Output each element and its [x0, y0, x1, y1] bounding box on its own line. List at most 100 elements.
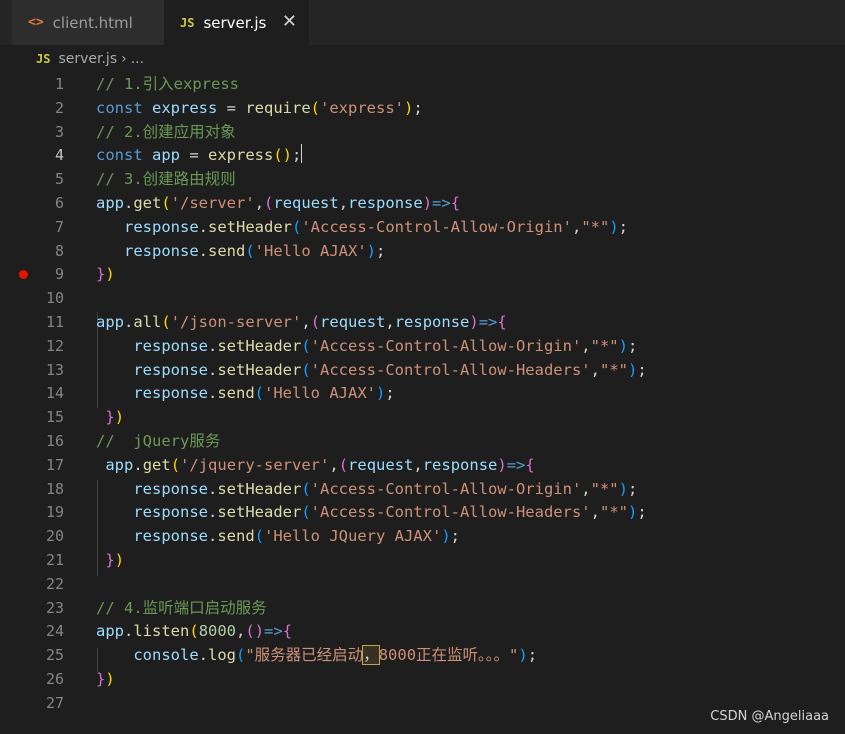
- code-line[interactable]: 12 response.setHeader('Access-Control-Al…: [0, 334, 845, 358]
- code-text: console.log("服务器已经启动，8000正在监听。。。");: [96, 643, 537, 667]
- line-number: 9: [54, 265, 64, 284]
- code-token: (: [245, 241, 255, 260]
- code-line[interactable]: 23 // 4.监听端口启动服务: [0, 596, 845, 620]
- code-line[interactable]: 11 app.all('/json-server',(request,respon…: [0, 310, 845, 334]
- code-token: request: [273, 194, 339, 212]
- code-token: ): [497, 455, 507, 474]
- code-token: express: [208, 146, 274, 165]
- code-token: .: [124, 313, 134, 331]
- code-line[interactable]: 8 response.send('Hello AJAX');: [0, 239, 845, 263]
- code-line[interactable]: 5 // 3.创建路由规则: [0, 167, 845, 191]
- line-number: 27: [45, 693, 64, 712]
- code-token: ): [627, 503, 638, 522]
- code-token: "*": [581, 217, 610, 236]
- code-editor[interactable]: 1// 1.引入express 2 const express = require(…: [0, 72, 845, 734]
- code-token: response: [133, 479, 208, 498]
- line-number: 4: [54, 146, 64, 165]
- code-line[interactable]: 17 app.get('/jquery-server',(request,res…: [0, 453, 845, 477]
- code-token: ,: [236, 622, 246, 641]
- code-line[interactable]: 25 console.log("服务器已经启动，8000正在监听。。。");: [0, 643, 845, 667]
- code-token: response: [124, 217, 199, 236]
- code-text: response.setHeader('Access-Control-Allow…: [96, 334, 637, 358]
- code-token: ): [366, 241, 376, 260]
- code-token: response: [422, 455, 498, 474]
- line-number: 13: [45, 360, 64, 379]
- code-token: .: [207, 527, 218, 546]
- code-token: .: [207, 360, 218, 379]
- tab-label: client.html: [52, 13, 133, 32]
- code-text: }): [96, 548, 124, 572]
- close-icon[interactable]: ✕: [282, 11, 297, 32]
- code-token: all: [133, 313, 162, 331]
- code-line[interactable]: 6 app.get('/server',(request,response)=>{: [0, 191, 845, 215]
- code-text: app.get('/server',(request,response)=>{: [96, 191, 460, 215]
- code-token: "*": [599, 503, 628, 522]
- line-number: 24: [45, 622, 64, 641]
- code-line[interactable]: 7 response.setHeader('Access-Control-All…: [0, 215, 845, 239]
- code-token: ,: [254, 194, 265, 212]
- code-token: ,: [338, 194, 349, 212]
- line-number: 23: [45, 598, 64, 617]
- code-token: 'Access-Control-Allow-Origin': [301, 217, 572, 236]
- code-token: setHeader: [217, 336, 302, 355]
- code-line[interactable]: 9}): [0, 262, 845, 286]
- code-token: ;: [637, 360, 647, 379]
- code-token: response: [133, 503, 208, 522]
- code-token: 'express': [320, 98, 405, 117]
- tab-client-html[interactable]: <> client.html: [12, 0, 164, 45]
- code-token: ): [609, 217, 619, 236]
- code-token: ;: [627, 479, 638, 498]
- code-token: setHeader: [217, 479, 302, 498]
- code-line[interactable]: 19 response.setHeader('Access-Control-Al…: [0, 500, 845, 524]
- code-line[interactable]: 3 // 2.创建应用对象: [0, 120, 845, 144]
- code-token: '/jquery-server': [180, 455, 330, 474]
- code-line[interactable]: 2 const express = require('express');: [0, 96, 845, 120]
- code-token: ;: [637, 503, 647, 522]
- code-line[interactable]: 1 // 1.引入express: [0, 72, 845, 96]
- code-text: response.setHeader('Access-Control-Allow…: [96, 358, 647, 382]
- code-line[interactable]: 21 }): [0, 548, 845, 572]
- code-token: ,: [590, 360, 600, 379]
- line-number: 19: [45, 503, 64, 522]
- code-token: (: [189, 622, 199, 641]
- tab-server-js[interactable]: JS server.js ✕: [164, 0, 309, 45]
- code-line[interactable]: 13 response.setHeader('Access-Control-Al…: [0, 358, 845, 382]
- line-number: 15: [45, 408, 64, 427]
- code-line[interactable]: 24 app.listen(8000,()=>{: [0, 619, 845, 643]
- code-token: ,: [413, 455, 423, 474]
- code-token: request: [320, 313, 386, 331]
- code-line[interactable]: 4 const app = express();: [0, 143, 845, 167]
- code-token: }: [96, 670, 106, 688]
- code-token: "服务器已经启动: [245, 646, 364, 665]
- code-line[interactable]: 10: [0, 286, 845, 310]
- code-token: }: [96, 265, 106, 284]
- code-line[interactable]: 18 response.setHeader('Access-Control-Al…: [0, 477, 845, 501]
- code-token: listen: [133, 622, 190, 641]
- code-line[interactable]: 26}): [0, 667, 845, 691]
- code-token: =>: [478, 313, 498, 331]
- code-token: "*": [599, 360, 628, 379]
- code-text: response.send('Hello AJAX');: [96, 381, 394, 405]
- code-token: ): [105, 670, 115, 688]
- code-token: (: [161, 194, 171, 212]
- code-token: .: [198, 241, 208, 260]
- code-line[interactable]: 16 // jQuery服务: [0, 429, 845, 453]
- code-token: .: [207, 336, 218, 355]
- breadcrumb-file[interactable]: server.js: [58, 51, 117, 67]
- breadcrumb-symbols[interactable]: ...: [131, 51, 144, 67]
- code-token: '/server': [170, 194, 255, 212]
- code-line[interactable]: 15 }): [0, 405, 845, 429]
- line-number: 3: [54, 122, 64, 141]
- code-line[interactable]: 20 response.send('Hello JQuery AJAX');: [0, 524, 845, 548]
- code-line[interactable]: 14 response.send('Hello AJAX');: [0, 381, 845, 405]
- code-line[interactable]: 22: [0, 572, 845, 596]
- code-token: express: [152, 98, 218, 117]
- code-token: =: [217, 98, 246, 117]
- code-token: "*": [590, 479, 619, 498]
